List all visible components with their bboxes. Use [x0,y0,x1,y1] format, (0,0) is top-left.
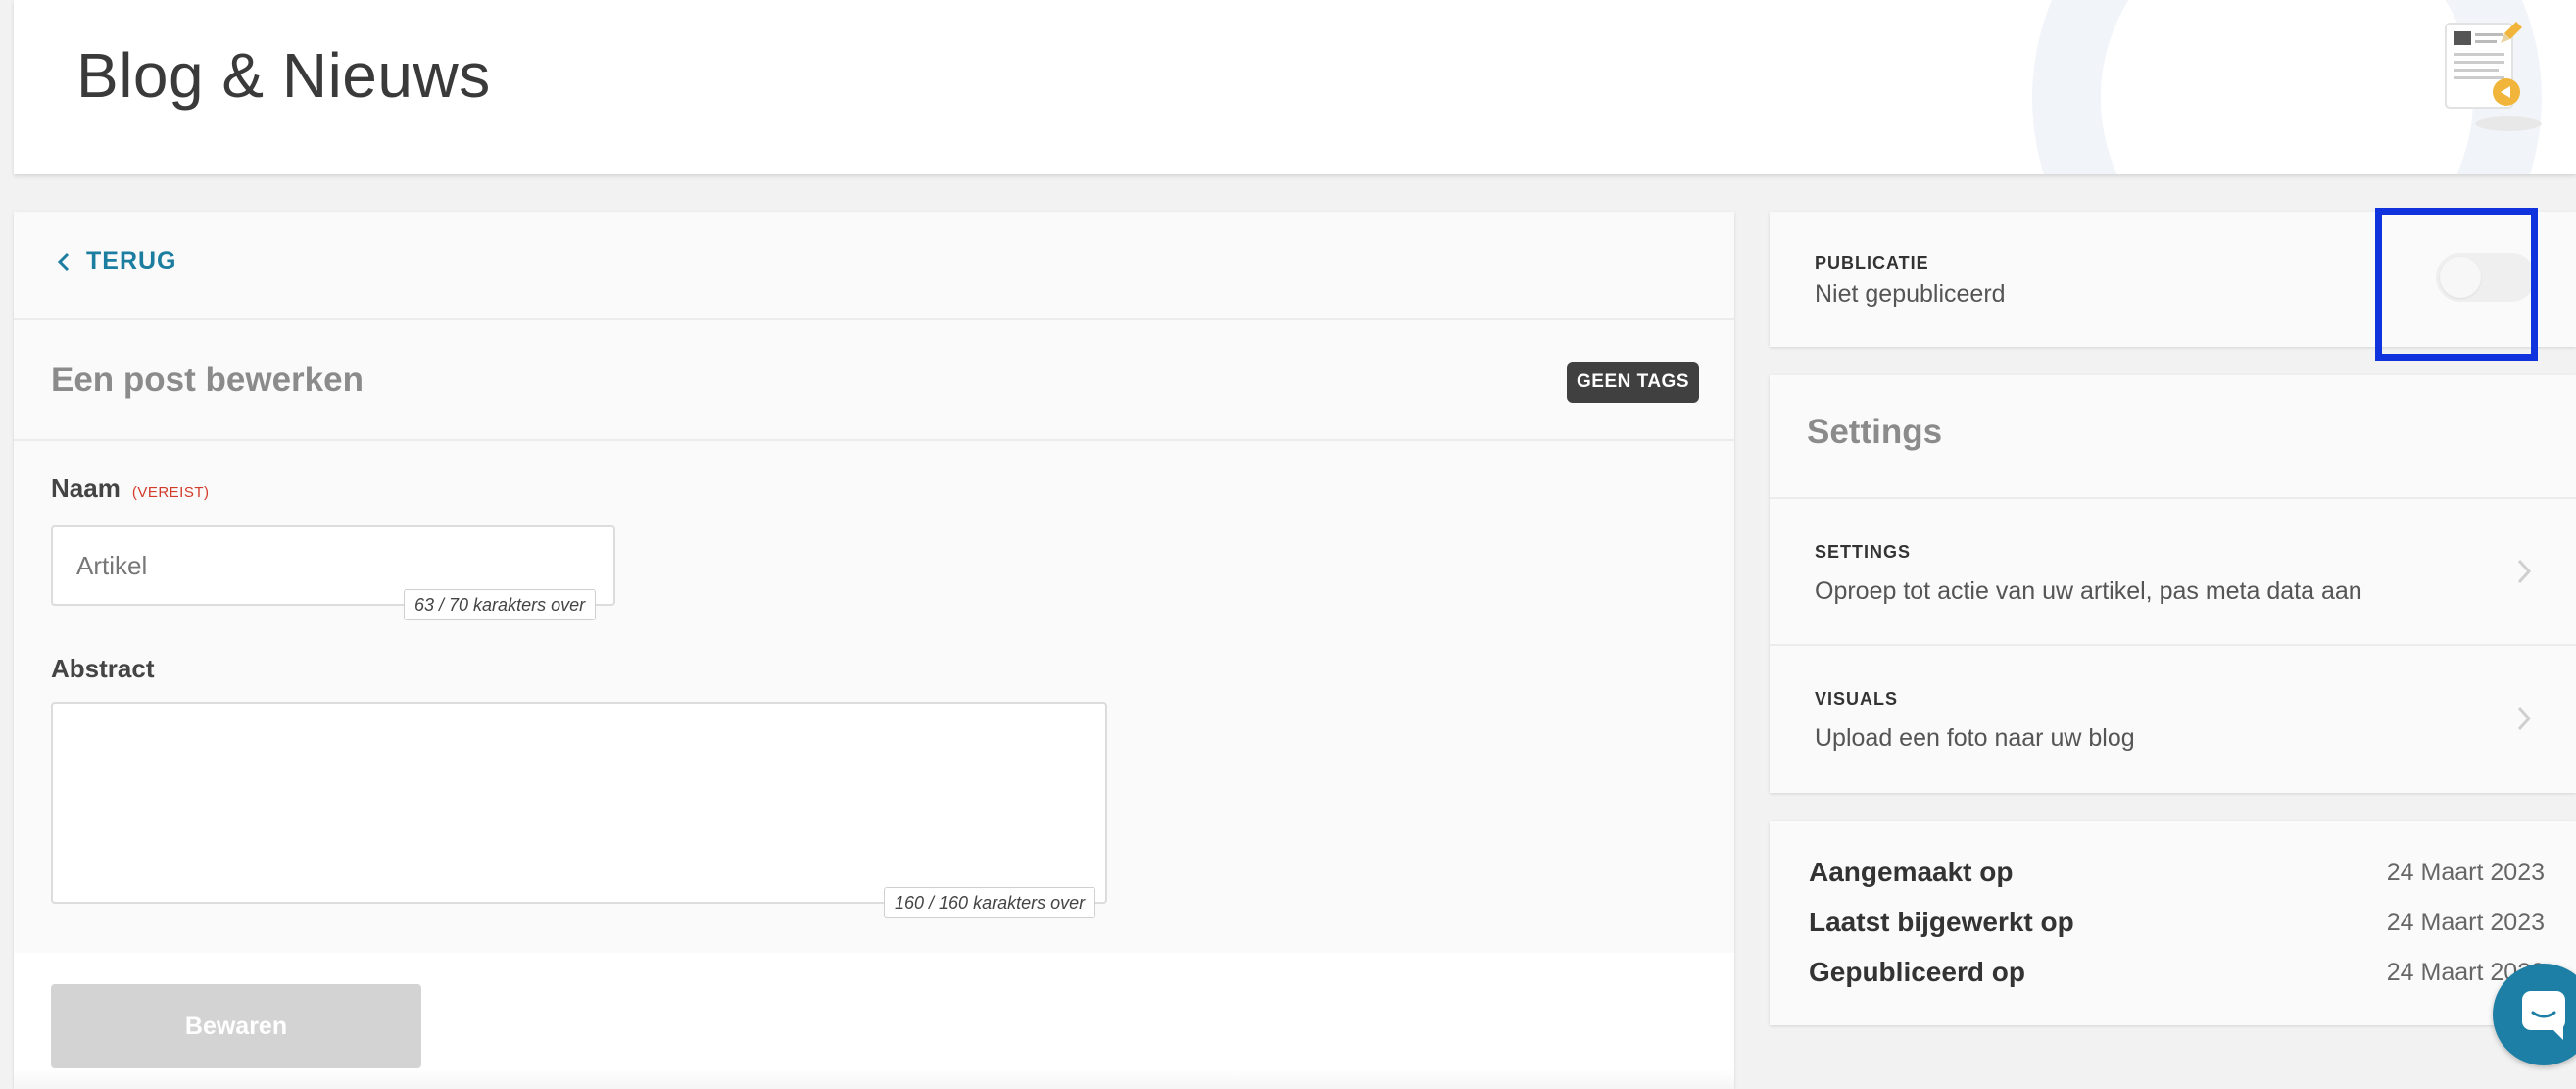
date-updated-label: Laatst bijgewerkt op [1809,907,2074,937]
chevron-left-icon [57,252,70,271]
publication-caption: PUBLICATIE [1815,253,1929,272]
bottom-shadow [14,1068,1734,1089]
publication-status: Niet gepubliceerd [1815,280,2006,308]
settings-item-visuals[interactable]: VISUALS Upload een foto naar uw blog [1770,646,2576,793]
name-char-counter: 63 / 70 karakters over [404,589,597,620]
name-field-label: Naam (VEREIST) [51,473,210,504]
settings-item-description: Upload een foto naar uw blog [1815,724,2135,752]
settings-item-caption: SETTINGS [1815,542,1912,562]
editor-title: Een post bewerken [51,361,364,399]
settings-card: Settings SETTINGS Oproep tot actie van u… [1770,375,2576,793]
tags-badge[interactable]: GEEN TAGS [1567,362,1699,403]
page-header: Blog & Nieuws [14,0,2576,174]
abstract-field-label: Abstract [51,654,155,683]
required-label: (VEREIST) [131,484,210,501]
page-title: Blog & Nieuws [76,40,491,111]
date-updated-value: 24 Maart 2023 [2386,909,2545,936]
date-created-value: 24 Maart 2023 [2386,859,2545,886]
back-link-label: TERUG [86,247,177,274]
divider [14,439,1734,441]
blog-document-pencil-icon [2445,22,2542,131]
settings-item-description: Oproep tot actie van uw artikel, pas met… [1815,577,2362,605]
settings-title: Settings [1807,413,1943,451]
save-button[interactable]: Bewaren [51,984,421,1068]
settings-item-settings[interactable]: SETTINGS Oproep tot actie van uw artikel… [1770,499,2576,644]
date-published-label: Gepubliceerd op [1809,957,2025,987]
date-created-label: Aangemaakt op [1809,857,2014,887]
dates-card: Aangemaakt op 24 Maart 2023 Laatst bijge… [1770,821,2576,1025]
chevron-right-icon [2517,706,2532,731]
abstract-textarea[interactable] [51,702,1107,904]
chevron-right-icon [2517,559,2532,584]
abstract-char-counter: 160 / 160 karakters over [884,887,1096,918]
toggle-highlight-box [2375,208,2538,361]
back-link[interactable]: TERUG [55,247,177,275]
name-label-text: Naam [51,473,121,503]
divider [14,318,1734,320]
post-editor-card: TERUG Een post bewerken GEEN TAGS Naam (… [14,212,1734,1089]
chat-icon [2522,991,2565,1040]
settings-item-caption: VISUALS [1815,689,1899,709]
